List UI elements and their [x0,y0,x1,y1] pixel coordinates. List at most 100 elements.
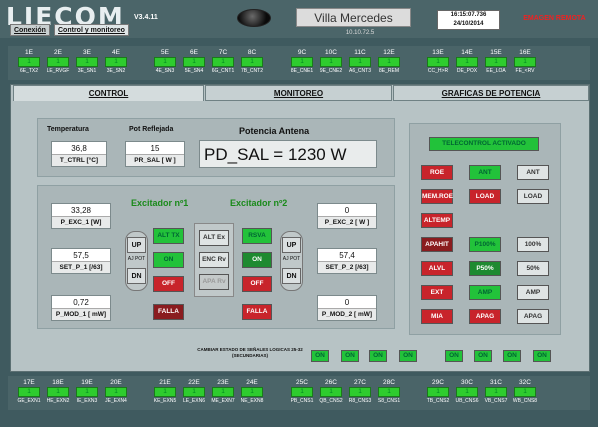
signal-on-button-29[interactable]: ON [445,350,463,362]
right-button-50[interactable]: 50% [517,261,549,276]
exc2-pmod-box: 0 P_MOD_2 [ mW] [317,295,377,321]
channel-code: 21E [159,379,171,386]
exc1-alt-tx-button[interactable]: ALT TX [153,228,184,244]
right-button-load[interactable]: LOAD [517,189,549,204]
channel-4E: 4E 1 3E_SN2 [103,48,129,75]
channel-code: 13E [432,49,444,56]
exciter1-title: Excitador nº1 [131,198,189,208]
signal-on-button-25[interactable]: ON [311,350,329,362]
channel-indicator: 1 [349,387,371,397]
right-button-alvl[interactable]: ALVL [421,261,453,276]
channel-indicator: 1 [212,57,234,67]
right-button-roe[interactable]: ROE [421,165,453,180]
version-label: V3.4.11 [134,14,158,21]
channel-code: 20E [110,379,122,386]
exc1-dn-button[interactable]: DN [127,268,146,284]
tab-monitoreo[interactable]: MONITOREO [205,85,392,101]
channel-indicator: 1 [291,57,313,67]
right-button-amp[interactable]: AMP [517,285,549,300]
bottom-channel-strip: 17E 1 GE_EXN1 18E 1 HE_EXN2 19E 1 IE_EXN3 20E 1 JE_… [8,376,590,410]
right-button-apag[interactable]: APAG [517,309,549,324]
channel-code: 3E [83,49,91,56]
signal-on-button-32[interactable]: ON [533,350,551,362]
right-button-load[interactable]: LOAD [469,189,501,204]
exc2-on-button[interactable]: ON [242,252,272,268]
channel-code: 31C [490,379,502,386]
channel-code: 19E [81,379,93,386]
exc2-off-button[interactable]: OFF [242,276,272,292]
right-button-ant[interactable]: ANT [517,165,549,180]
exc1-setp-unit: SET_P_1 [/63] [59,264,103,271]
exc2-setp-value: 57,4 [318,249,376,262]
tab-control-monitoreo[interactable]: Control y monitoreo [54,24,129,36]
alt-ex-button[interactable]: ALT Ex [199,230,229,246]
temp-label: Temperatura [47,126,89,133]
tab-graficas[interactable]: GRAFICAS DE POTENCIA [393,85,589,101]
right-button-apahit[interactable]: APAHIT [421,237,453,252]
right-button-memroe[interactable]: MEM.ROE [421,189,453,204]
channel-name: JE_EXN4 [105,398,127,404]
channel-indicator: 1 [47,57,69,67]
exc2-pmod-unit: P_MOD_2 [ mW] [321,311,373,318]
signal-on-button-30[interactable]: ON [474,350,492,362]
channel-code: 27C [354,379,366,386]
exc1-on-button[interactable]: ON [153,252,184,268]
exc2-setp-unit: SET_P_2 [/63] [325,264,369,271]
apa-rv-button[interactable]: APA Rv [199,274,229,290]
exc2-pexc-box: 0 P_EXC_2 [ W ] [317,203,377,229]
right-button-amp[interactable]: AMP [469,285,501,300]
exc2-up-button[interactable]: UP [282,237,301,253]
exc1-up-button[interactable]: UP [127,237,146,253]
channel-code: 29C [432,379,444,386]
signal-on-button-26[interactable]: ON [341,350,359,362]
right-button-p100[interactable]: P100% [469,237,501,252]
channel-indicator: 1 [320,387,342,397]
channel-code: 28C [383,379,395,386]
signal-on-button-28[interactable]: ON [399,350,417,362]
refl-value: 15 [126,142,184,155]
channel-name: 3E_SN2 [106,68,126,74]
telecontrol-indicator: TELECONTROL ACTIVADO [429,137,539,151]
exc1-pmod-box: 0,72 P_MOD_1 [ mW] [51,295,111,321]
channel-indicator: 1 [18,57,40,67]
right-button-mia[interactable]: MIA [421,309,453,324]
channel-code: 22E [188,379,200,386]
channel-indicator: 1 [378,387,400,397]
antenna-power-label: Potencia Antena [239,126,310,136]
channel-indicator: 1 [456,57,478,67]
channel-indicator: 1 [320,57,342,67]
tab-conexion[interactable]: Conexión [10,24,50,36]
right-button-p50[interactable]: P50% [469,261,501,276]
tab-control[interactable]: CONTROL [13,85,204,101]
channel-indicator: 1 [47,387,69,397]
exc1-pmod-value: 0,72 [52,296,110,309]
channel-indicator: 1 [427,57,449,67]
signal-on-button-27[interactable]: ON [369,350,387,362]
channel-32C: 32C 1 WB_CNS8 [512,378,538,405]
channel-indicator: 1 [154,57,176,67]
channel-indicator: 1 [212,387,234,397]
station-name: Villa Mercedes [296,8,411,27]
enc-rv-button[interactable]: ENC Rv [199,252,229,268]
exc2-rsva-button[interactable]: RSVA [242,228,272,244]
exc2-dn-button[interactable]: DN [282,268,301,284]
date-value: 24/10/2014 [453,21,484,27]
main-panel: CONTROL MONITOREO GRAFICAS DE POTENCIA T… [10,84,590,372]
right-button-apag[interactable]: APAG [469,309,501,324]
right-button-100[interactable]: 100% [517,237,549,252]
time-value: 16:15:07.736 [450,12,487,18]
telecontrol-frame [409,123,561,335]
signal-on-button-31[interactable]: ON [503,350,521,362]
right-button-ext[interactable]: EXT [421,285,453,300]
right-button-ant[interactable]: ANT [469,165,501,180]
channel-name: WB_CNS8 [512,398,538,404]
channel-code: 12E [383,49,395,56]
channel-indicator: 1 [76,57,98,67]
channel-code: 26C [325,379,337,386]
channel-name: NE_EXN8 [240,398,264,404]
right-button-altemp[interactable]: ALTEMP [421,213,453,228]
exc2-ajpot-label: AJ POT [282,256,301,262]
exc1-off-button[interactable]: OFF [153,276,184,292]
exc1-pexc-unit: P_EXC_1 [W] [60,219,102,226]
channel-code: 8C [247,49,257,56]
